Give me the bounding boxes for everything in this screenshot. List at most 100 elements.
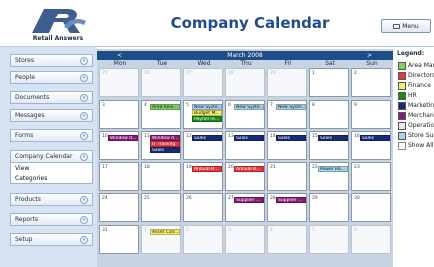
sidebar-item-label: Messages	[15, 112, 45, 119]
calendar-event[interactable]: Sales	[318, 135, 348, 141]
calendar-day-cell[interactable]: 3	[225, 225, 265, 254]
legend-label: Finance	[408, 82, 431, 89]
calendar-day-cell[interactable]: 13 Sales	[225, 131, 265, 160]
sidebar-item-company-calendar[interactable]: Company Calendar «	[11, 151, 92, 163]
calendar-day-cell[interactable]: 22 Power Re...	[309, 162, 349, 191]
day-number: 11	[144, 134, 150, 139]
calendar-day-cell[interactable]: 2	[351, 68, 391, 97]
calendar-day-cell[interactable]: 6	[351, 225, 391, 254]
day-number: 5	[186, 103, 189, 108]
calendar-day-cell[interactable]: 3	[99, 100, 139, 129]
calendar-event[interactable]: Power Re...	[318, 166, 348, 172]
calendar-event[interactable]: Sales	[150, 147, 180, 153]
day-number: 25	[102, 71, 108, 76]
calendar-day-cell[interactable]: 14 Sales	[267, 131, 307, 160]
legend-item[interactable]: Operations	[397, 121, 434, 131]
calendar-day-cell[interactable]: 20 Annual R...	[225, 162, 265, 191]
legend-label: Store Support	[408, 132, 434, 139]
legend-label: Operations	[408, 122, 434, 129]
calendar-day-cell[interactable]: 28 Supplier ...	[267, 193, 307, 222]
calendar-day-cell[interactable]: 26	[183, 193, 223, 222]
logo-text: Retail Answers	[32, 35, 84, 42]
calendar-day-cell[interactable]: 12 Sales	[183, 131, 223, 160]
calendar-event[interactable]: Annual R...	[234, 166, 264, 172]
calendar-event[interactable]: Supplier ...	[234, 197, 264, 203]
sidebar-nav: Stores » People » Documents » Messages »…	[0, 47, 97, 267]
legend-swatch	[398, 62, 406, 70]
show-all-toggle[interactable]: Show All	[397, 141, 434, 151]
calendar-event[interactable]: Sales	[192, 135, 222, 141]
calendar-day-cell[interactable]: 8	[309, 100, 349, 129]
legend-item[interactable]: Marketing	[397, 101, 434, 111]
calendar-day-cell[interactable]: 21	[267, 162, 307, 191]
sidebar-item-stores[interactable]: Stores »	[10, 54, 93, 67]
legend-item[interactable]: Area Managers	[397, 61, 434, 71]
sidebar-item-products[interactable]: Products »	[10, 193, 93, 206]
calendar-event[interactable]: New Syste...	[276, 104, 306, 110]
legend-item[interactable]: Merchandising	[397, 111, 434, 121]
show-all-checkbox[interactable]	[398, 142, 406, 150]
legend-swatch	[398, 72, 406, 80]
retail-answers-logo[interactable]: Retail Answers	[18, 7, 98, 43]
calendar-event[interactable]: Annual R...	[192, 166, 222, 172]
next-month-button[interactable]: >	[367, 52, 372, 59]
calendar-event[interactable]: Sales	[360, 135, 390, 141]
calendar-day-cell[interactable]: 10 Window d...	[99, 131, 139, 160]
calendar-event[interactable]: Sales	[234, 135, 264, 141]
calendar-day-cell[interactable]: 16 Sales	[351, 131, 391, 160]
day-number: 20	[228, 165, 234, 170]
sidebar-item-setup[interactable]: Setup »	[10, 233, 93, 246]
sidebar-item-reports[interactable]: Reports »	[10, 213, 93, 226]
calendar-day-cell[interactable]: 25	[141, 193, 181, 222]
calendar-event[interactable]: Area Revi...	[150, 104, 180, 110]
calendar-event[interactable]: New Syste...	[234, 104, 264, 110]
calendar-day-cell[interactable]: 4	[267, 225, 307, 254]
sidebar-item-forms[interactable]: Forms »	[10, 129, 93, 142]
calendar-day-cell[interactable]: 5	[309, 225, 349, 254]
calendar-day-cell[interactable]: 31	[99, 225, 139, 254]
legend-item[interactable]: Finance	[397, 81, 434, 91]
sidebar-item-messages[interactable]: Messages »	[10, 109, 93, 122]
calendar-day-cell[interactable]: 28	[225, 68, 265, 97]
calendar-day-cell[interactable]: 27 Supplier ...	[225, 193, 265, 222]
sidebar-item-people[interactable]: People »	[10, 71, 93, 84]
calendar-day-cell[interactable]: 1	[309, 68, 349, 97]
menu-button[interactable]: Menu	[381, 19, 431, 33]
calendar-day-cell[interactable]: 9	[351, 100, 391, 129]
calendar-day-cell[interactable]: 2	[183, 225, 223, 254]
day-number: 28	[228, 71, 234, 76]
legend-item[interactable]: Store Support	[397, 131, 434, 141]
calendar-day-cell[interactable]: 15 Sales	[309, 131, 349, 160]
calendar-day-cell[interactable]: 17	[99, 162, 139, 191]
calendar-event[interactable]: Payroll re...	[192, 116, 222, 122]
day-number: 27	[228, 196, 234, 201]
calendar-day-cell[interactable]: 19 Annual R...	[183, 162, 223, 191]
calendar-day-cell[interactable]: 5 New Syste... Budget M... Payroll re...	[183, 100, 223, 129]
calendar-day-cell[interactable]: 27	[183, 68, 223, 97]
sidebar-subitem-view[interactable]: View	[15, 165, 29, 172]
calendar-event[interactable]: Asset Calc...	[150, 229, 180, 235]
calendar-day-cell[interactable]: 7 New Syste...	[267, 100, 307, 129]
calendar-day-cell[interactable]: 24	[99, 193, 139, 222]
day-number: 9	[354, 103, 357, 108]
calendar-day-cell[interactable]: 4 Area Revi...	[141, 100, 181, 129]
calendar-day-cell[interactable]: 6 New Syste...	[225, 100, 265, 129]
sidebar-item-documents[interactable]: Documents »	[10, 91, 93, 104]
calendar-day-cell[interactable]: 29	[309, 193, 349, 222]
calendar-day-cell[interactable]: 30	[351, 193, 391, 222]
calendar-day-cell[interactable]: 23	[351, 162, 391, 191]
legend-item[interactable]: Directors	[397, 71, 434, 81]
legend-item[interactable]: HR	[397, 91, 434, 101]
calendar-day-cell[interactable]: 26	[141, 68, 181, 97]
sidebar-subitem-categories[interactable]: Categories	[15, 175, 47, 182]
calendar-day-cell[interactable]: 11 Window d... IT Training Sales	[141, 131, 181, 160]
calendar-event[interactable]: Supplier ...	[276, 197, 306, 203]
day-number: 28	[270, 196, 276, 201]
calendar-day-cell[interactable]: 1 Asset Calc...	[141, 225, 181, 254]
calendar-day-cell[interactable]: 25	[99, 68, 139, 97]
calendar-event[interactable]: Sales	[276, 135, 306, 141]
chevron-down-icon: »	[80, 196, 88, 204]
calendar-event[interactable]: Window d...	[108, 135, 138, 141]
calendar-day-cell[interactable]: 18	[141, 162, 181, 191]
calendar-day-cell[interactable]: 29	[267, 68, 307, 97]
